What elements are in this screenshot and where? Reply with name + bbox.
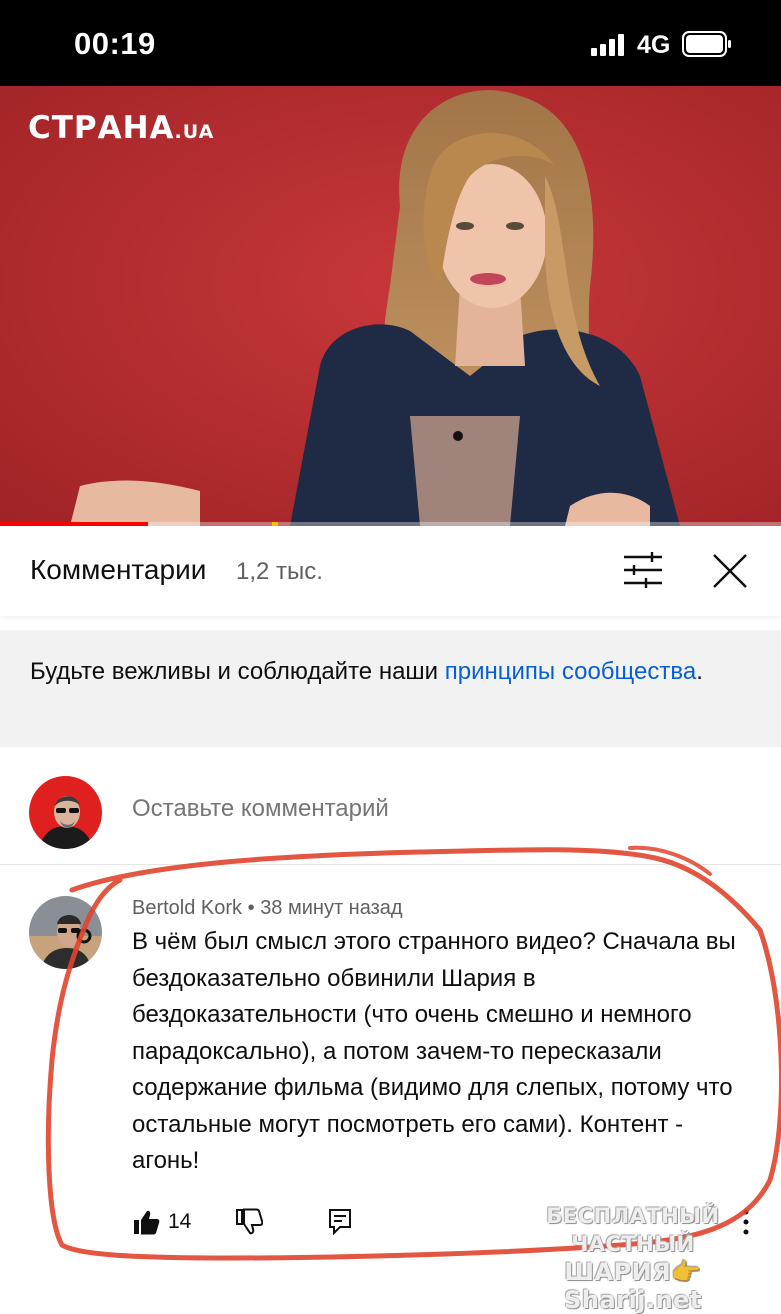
watermark: БЕСПЛАТНЫЙ ЧАСТНЫЙ ШАРИЯ👉 Sharij.net — [498, 1202, 768, 1314]
like-icon[interactable] — [132, 1208, 160, 1236]
status-time: 00:19 — [74, 26, 156, 61]
channel-logo-tld: .UA — [174, 121, 215, 143]
comment-text: В чём был смысл этого странного видео? С… — [132, 928, 736, 1174]
community-guidelines-banner: Будьте вежливы и соблюдайте наши принцип… — [0, 630, 781, 747]
community-guidelines-link[interactable]: принципы сообщества — [445, 658, 696, 685]
add-comment-row — [0, 747, 781, 865]
meta-separator: • — [242, 897, 261, 919]
video-player[interactable]: СТРАНА.UA — [0, 86, 781, 526]
guidelines-text-after: . — [696, 658, 703, 685]
comments-count: 1,2 тыс. — [236, 558, 323, 585]
commenter-avatar[interactable] — [29, 896, 102, 969]
battery-icon — [682, 31, 731, 57]
add-comment-input[interactable] — [132, 795, 732, 823]
channel-logo-name: СТРАНА — [28, 110, 175, 146]
comment-time: 38 минут назад — [260, 897, 403, 919]
close-icon[interactable] — [711, 552, 749, 590]
network-type: 4G — [637, 31, 671, 59]
comment-author[interactable]: Bertold Kork — [132, 897, 242, 919]
video-frame — [0, 86, 781, 526]
channel-logo: СТРАНА.UA — [28, 110, 214, 146]
like-count: 14 — [168, 1210, 192, 1233]
cellular-signal-icon — [591, 34, 624, 56]
watermark-line-2: ШАРИЯ👉 Sharij.net — [564, 1258, 702, 1314]
comments-header: Комментарии 1,2 тыс. — [0, 526, 781, 616]
comments-title: Комментарии — [30, 554, 207, 585]
divider — [0, 864, 781, 865]
reply-icon[interactable] — [328, 1208, 352, 1236]
status-bar: 00:19 4G — [0, 0, 781, 86]
sliders-icon[interactable] — [622, 552, 664, 588]
guidelines-text: Будьте вежливы и соблюдайте наши принцип… — [30, 657, 730, 687]
watermark-line-1: БЕСПЛАТНЫЙ ЧАСТНЫЙ — [546, 1204, 720, 1256]
dislike-icon[interactable] — [235, 1208, 263, 1236]
guidelines-text-before: Будьте вежливы и соблюдайте наши — [30, 658, 445, 685]
user-avatar — [29, 776, 102, 849]
comment-meta: Bertold Kork • 38 минут назад — [132, 897, 403, 920]
